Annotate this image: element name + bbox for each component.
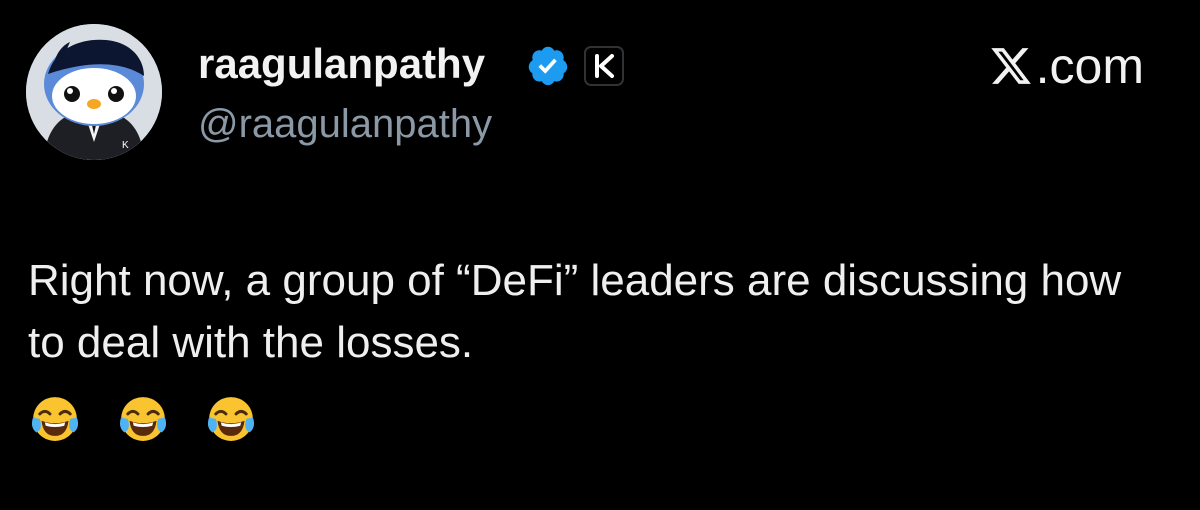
avatar[interactable]: K (26, 24, 162, 160)
svg-text:K: K (122, 140, 129, 151)
display-name[interactable]: raagulanpathy (198, 40, 485, 88)
face-with-tears-of-joy-icon (119, 397, 167, 441)
x-brand: .com (989, 40, 1144, 92)
face-with-tears-of-joy-icon (31, 397, 79, 441)
x-logo-icon (990, 48, 1031, 84)
penguin-avatar-icon: K (26, 24, 162, 160)
face-with-tears-of-joy-icon (207, 397, 255, 441)
affiliate-badge[interactable] (584, 46, 624, 86)
brand-domain-text: .com (1035, 38, 1144, 94)
tweet-text: Right now, a group of “DeFi” leaders are… (28, 256, 1122, 367)
user-handle[interactable]: @raagulanpathy (198, 100, 492, 148)
verified-check-icon (528, 46, 568, 86)
emoji-row (28, 392, 258, 446)
tweet-card: K raagulanpathy @raagulanpathy .com Righ… (0, 0, 1200, 510)
k-affiliate-icon (595, 54, 614, 78)
